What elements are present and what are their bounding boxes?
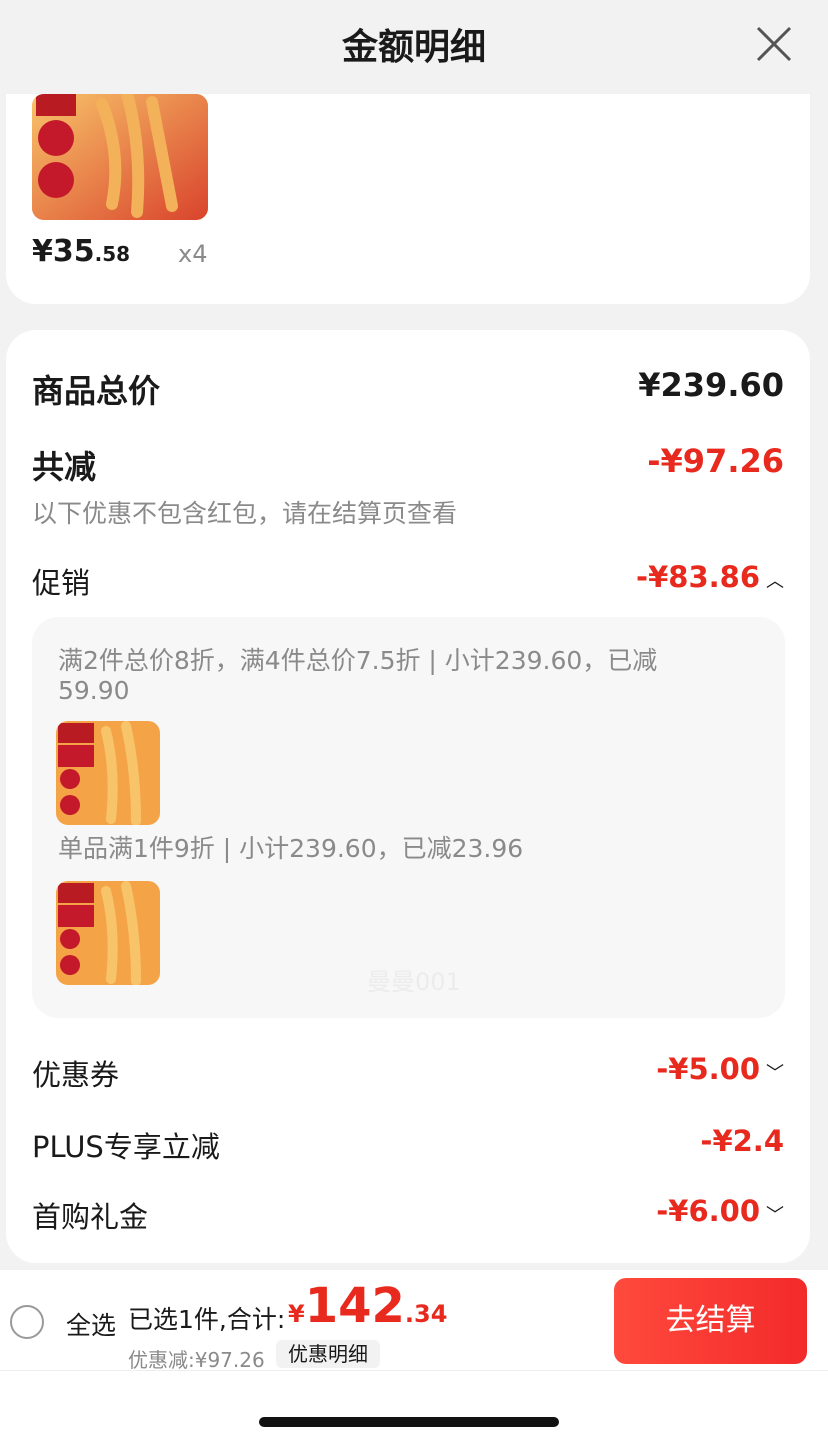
promo-line-1-cont: 59.90 — [58, 676, 130, 705]
chevron-down-icon: ﹀ — [766, 1205, 784, 1226]
watermark: 曼曼001 — [367, 968, 461, 996]
promo-row[interactable]: -¥83.86 ︿ — [636, 560, 784, 594]
discount-summary: 优惠减:¥97.26 — [128, 1348, 265, 1372]
page-title: 金额明细 — [341, 27, 486, 68]
chevron-down-icon: ﹀ — [766, 1063, 784, 1084]
checkout-bar: 全选 已选1件,合计: ¥142.34 优惠减:¥97.26 优惠明细 去结算 — [0, 1270, 828, 1372]
promo-line-1: 满2件总价8折，满4件总价7.5折 | 小计239.60，已减 — [58, 646, 658, 675]
promo-value: -¥83.86 — [636, 560, 760, 594]
promo-product-image[interactable] — [56, 881, 160, 985]
total-value: ¥239.60 — [638, 366, 784, 404]
home-area — [0, 1370, 828, 1445]
total-integer: 142 — [304, 1278, 405, 1334]
coupon-label: 优惠券 — [32, 1058, 120, 1092]
promo-line-2: 单品满1件9折 | 小计239.60，已减23.96 — [58, 834, 524, 863]
currency-symbol: ¥ — [288, 1300, 305, 1328]
coupon-row[interactable]: -¥5.00 ﹀ — [656, 1052, 784, 1086]
product-price: ¥35.58 — [32, 234, 130, 269]
product-card: ¥35.58 x4 — [6, 94, 810, 304]
product-image[interactable] — [32, 94, 208, 220]
product-quantity: x4 — [178, 240, 208, 268]
promo-label: 促销 — [32, 566, 91, 600]
header: 金额明细 — [0, 0, 828, 94]
promo-detail-box: 满2件总价8折，满4件总价7.5折 | 小计239.60，已减 59.90 曼曼… — [32, 617, 785, 1018]
gift-value: -¥6.00 — [656, 1194, 760, 1228]
price-decimal: .58 — [94, 242, 131, 266]
price-summary-card: 商品总价 ¥239.60 共减 -¥97.26 以下优惠不包含红包，请在结算页查… — [6, 330, 810, 1263]
gift-label: 首购礼金 — [32, 1200, 149, 1234]
discount-detail-button[interactable]: 优惠明细 — [276, 1340, 380, 1368]
checkout-button[interactable]: 去结算 — [614, 1278, 807, 1364]
gift-row[interactable]: -¥6.00 ﹀ — [656, 1194, 784, 1228]
checkbox-icon[interactable] — [10, 1305, 44, 1339]
discount-note: 以下优惠不包含红包，请在结算页查看 — [32, 499, 458, 528]
price-integer: ¥35 — [32, 234, 95, 269]
promo-product-image[interactable] — [56, 721, 160, 825]
total-decimal: .34 — [404, 1300, 448, 1328]
total-price: ¥142.34 — [288, 1278, 447, 1334]
reduce-value: -¥97.26 — [647, 442, 784, 480]
select-all-label[interactable]: 全选 — [66, 1306, 116, 1342]
close-icon[interactable] — [754, 24, 794, 64]
coupon-value: -¥5.00 — [656, 1052, 760, 1086]
reduce-label: 共减 — [32, 448, 97, 486]
selected-count: 已选1件,合计: — [128, 1305, 286, 1334]
chevron-up-icon: ︿ — [766, 571, 784, 592]
plus-label: PLUS专享立减 — [32, 1130, 220, 1164]
plus-value: -¥2.4 — [700, 1124, 784, 1158]
home-indicator[interactable] — [259, 1417, 559, 1427]
total-label: 商品总价 — [32, 372, 161, 410]
